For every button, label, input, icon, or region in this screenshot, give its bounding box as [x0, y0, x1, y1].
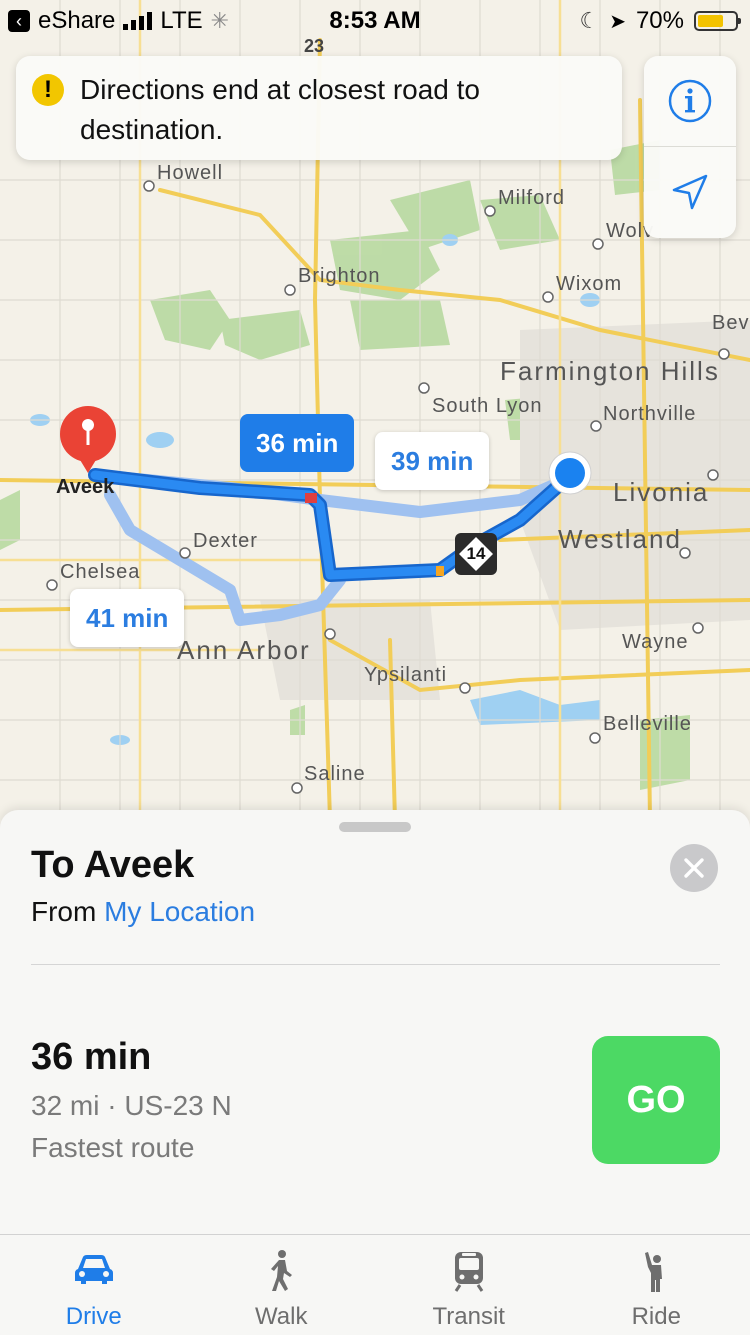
banner-text: Directions end at closest road to destin…	[80, 70, 600, 150]
car-icon	[0, 1249, 188, 1295]
destination-title: To Aveek	[31, 844, 194, 887]
tab-label: Drive	[0, 1303, 188, 1331]
walk-icon	[188, 1249, 376, 1295]
tab-label: Ride	[563, 1303, 750, 1331]
place-label: Dexter	[193, 530, 258, 553]
close-button[interactable]	[670, 844, 718, 892]
tab-transit[interactable]: Transit	[375, 1235, 563, 1335]
place-label: Wayne	[622, 631, 689, 654]
tab-ride[interactable]: Ride	[563, 1235, 750, 1335]
directions-sheet: To Aveek From My Location 36 min 32 mi ·…	[0, 810, 750, 1240]
place-label: Saline	[304, 763, 366, 786]
info-icon	[667, 78, 713, 124]
destination-label: Aveek	[56, 476, 114, 499]
place-label: Milford	[498, 187, 565, 210]
close-icon	[683, 857, 705, 879]
tab-label: Transit	[375, 1303, 563, 1331]
place-label: Northville	[603, 403, 696, 426]
place-label: Chelsea	[60, 561, 140, 584]
battery-icon	[694, 11, 738, 31]
location-arrow-icon	[670, 172, 710, 212]
tab-walk[interactable]: Walk	[188, 1235, 376, 1335]
route-shield-m14: 14	[453, 531, 499, 577]
tab-label: Walk	[188, 1303, 376, 1331]
location-arrow-icon: ➤	[609, 9, 626, 34]
sheet-grabber[interactable]	[339, 822, 411, 832]
moon-icon: ☾	[579, 8, 599, 34]
from-line: From My Location	[31, 896, 255, 928]
warning-icon: !	[32, 74, 64, 106]
train-icon	[375, 1249, 563, 1295]
destination-pin-icon[interactable]	[58, 405, 118, 477]
tab-drive[interactable]: Drive	[0, 1235, 188, 1335]
place-label: Livonia	[613, 477, 709, 508]
route-time-bubble-primary[interactable]: 36 min	[240, 414, 354, 472]
info-button[interactable]	[644, 56, 736, 147]
route-time-bubble-alt[interactable]: 41 min	[70, 589, 184, 647]
place-label: Howell	[157, 162, 223, 185]
route-time: 36 min	[31, 1036, 151, 1079]
directions-warning-banner: ! Directions end at closest road to dest…	[16, 56, 622, 160]
divider	[31, 964, 720, 965]
place-label: Brighton	[298, 265, 381, 288]
route-note: Fastest route	[31, 1132, 194, 1164]
go-button[interactable]: GO	[592, 1036, 720, 1164]
place-label: Wixom	[556, 273, 622, 296]
place-label: South Lyon	[432, 395, 542, 418]
map-controls	[644, 56, 736, 238]
place-label: Bev	[712, 312, 749, 335]
from-location-link[interactable]: My Location	[104, 896, 255, 927]
locate-button[interactable]	[644, 147, 736, 237]
status-bar: ‹ eShare LTE ✳ 8:53 AM ☾ ➤ 70%	[0, 0, 750, 40]
place-label: Westland	[558, 524, 682, 555]
battery-percent: 70%	[636, 7, 684, 35]
route-time-bubble-alt[interactable]: 39 min	[375, 432, 489, 490]
place-label: Farmington Hills	[500, 356, 720, 387]
place-label: Ann Arbor	[177, 635, 311, 666]
place-label: Ypsilanti	[364, 664, 447, 687]
ride-icon	[563, 1249, 750, 1295]
transport-tab-bar: Drive Walk Transit	[0, 1234, 750, 1335]
place-label: Belleville	[603, 713, 692, 736]
from-label: From	[31, 896, 96, 927]
route-distance: 32 mi · US-23 N	[31, 1090, 232, 1122]
current-location-icon	[548, 451, 592, 495]
